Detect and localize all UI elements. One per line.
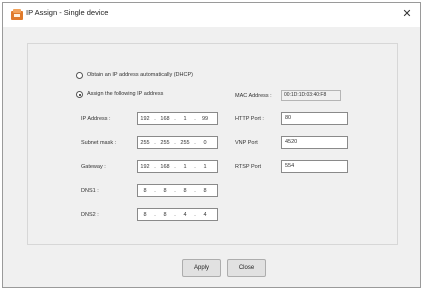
mac-address-value: 00:1D:1D:03:40:F8: [281, 90, 341, 101]
ip-assign-dialog: IP Assign - Single device ✕ Obtain an IP…: [2, 2, 421, 288]
title-bar: IP Assign - Single device ✕: [3, 3, 420, 27]
apply-button[interactable]: Apply: [182, 259, 221, 277]
dns2-label: DNS2 :: [81, 212, 99, 218]
app-icon: [11, 9, 23, 20]
subnet-mask-label: Subnet mask :: [81, 140, 117, 146]
close-icon[interactable]: ✕: [400, 7, 414, 21]
settings-panel: Obtain an IP address automatically (DHCP…: [27, 43, 398, 245]
mac-address-label: MAC Address :: [235, 93, 272, 99]
http-port-input[interactable]: 80: [281, 112, 348, 125]
gateway-input[interactable]: 192. 168. 1. 1: [137, 160, 218, 173]
ip-address-input[interactable]: 192. 168. 1. 99: [137, 112, 218, 125]
ip-address-label: IP Address :: [81, 116, 111, 122]
dhcp-option-label[interactable]: Obtain an IP address automatically (DHCP…: [87, 72, 193, 78]
dns2-input[interactable]: 8. 8. 4. 4: [137, 208, 218, 221]
gateway-label: Gateway :: [81, 164, 106, 170]
rtsp-port-label: RTSP Port: [235, 164, 262, 170]
close-button[interactable]: Close: [227, 259, 266, 277]
dhcp-radio[interactable]: [76, 72, 83, 79]
static-ip-option-label[interactable]: Assign the following IP address: [87, 91, 163, 97]
subnet-mask-input[interactable]: 255. 255. 255. 0: [137, 136, 218, 149]
vnp-port-label: VNP Port: [235, 140, 258, 146]
window-title: IP Assign - Single device: [26, 8, 109, 17]
vnp-port-input[interactable]: 4520: [281, 136, 348, 149]
rtsp-port-input[interactable]: 554: [281, 160, 348, 173]
dns1-label: DNS1 :: [81, 188, 99, 194]
static-ip-radio[interactable]: [76, 91, 83, 98]
dns1-input[interactable]: 8. 8. 8. 8: [137, 184, 218, 197]
http-port-label: HTTP Port :: [235, 116, 264, 122]
